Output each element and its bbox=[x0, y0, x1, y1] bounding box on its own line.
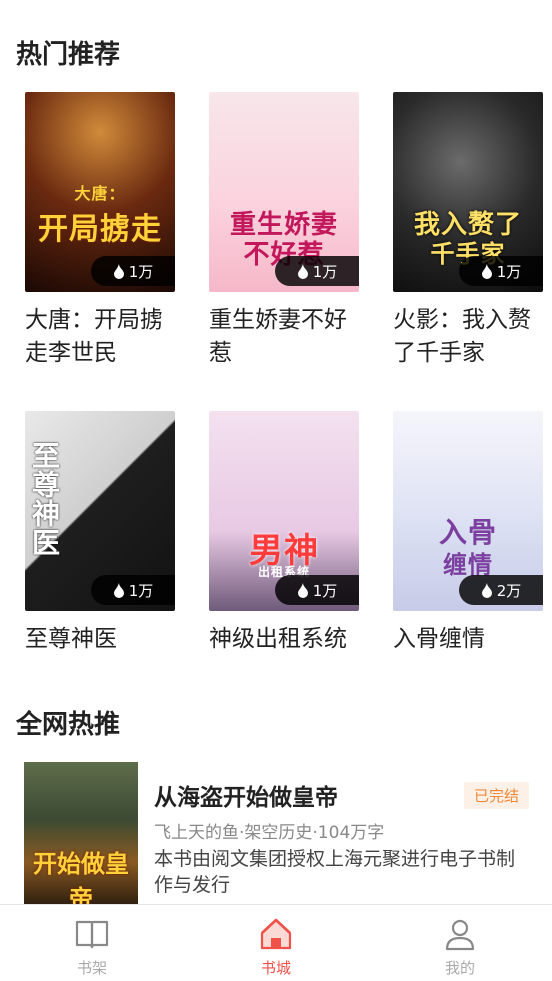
section-title-net: 全网热推 bbox=[16, 710, 121, 740]
user-icon bbox=[445, 919, 475, 951]
heat-count: 1万 bbox=[128, 581, 154, 600]
nav-item-profile[interactable]: 我的 bbox=[368, 905, 552, 981]
fire-icon bbox=[297, 263, 308, 279]
heat-badge: 1万 bbox=[459, 256, 543, 286]
heat-badge: 1万 bbox=[275, 575, 359, 605]
book-title[interactable]: 从海盗开始做皇帝 bbox=[154, 778, 338, 812]
fire-icon bbox=[481, 263, 492, 279]
heat-badge: 1万 bbox=[275, 256, 359, 286]
book-title[interactable]: 入骨缠情 bbox=[393, 623, 545, 656]
cover-subtitle: 大唐： bbox=[74, 184, 126, 203]
status-badge: 已完结 bbox=[463, 782, 529, 809]
book-icon bbox=[75, 920, 109, 949]
nav-label: 书城 bbox=[260, 959, 291, 977]
book-card[interactable]: 男神 出租系统 1万 神级出租系统 bbox=[209, 411, 359, 656]
book-cover[interactable]: 男神 出租系统 1万 bbox=[209, 411, 359, 611]
book-card[interactable]: 我入赘了 千手家 1万 火影：我入赘了千手家 bbox=[393, 92, 543, 370]
nav-item-bookstore[interactable]: 书城 bbox=[184, 905, 368, 981]
book-cover[interactable]: 开始做皇帝 bbox=[24, 762, 138, 905]
fire-icon bbox=[113, 582, 124, 598]
book-card[interactable]: 大唐： 开局掳走 1万 大唐：开局掳走李世民 bbox=[25, 92, 175, 370]
book-cover[interactable]: 重生娇妻 不好惹 1万 bbox=[209, 92, 359, 292]
book-cover[interactable]: 至尊神医 1万 bbox=[25, 411, 175, 611]
cover-title: 开局掳走 bbox=[38, 212, 162, 247]
heat-count: 2万 bbox=[496, 581, 522, 600]
book-card[interactable]: 重生娇妻 不好惹 1万 重生娇妻不好惹 bbox=[209, 92, 359, 370]
home-icon bbox=[260, 918, 292, 950]
book-cover[interactable]: 大唐： 开局掳走 1万 bbox=[25, 92, 175, 292]
heat-badge: 1万 bbox=[91, 575, 175, 605]
nav-item-bookshelf[interactable]: 书架 bbox=[0, 905, 184, 981]
book-meta: 飞上天的鱼·架空历史·104万字 bbox=[154, 823, 385, 843]
section-title-hot: 热门推荐 bbox=[16, 40, 121, 70]
heat-count: 1万 bbox=[312, 262, 338, 281]
bottom-nav: 书架 书城 我的 bbox=[0, 904, 552, 981]
fire-icon bbox=[297, 582, 308, 598]
fire-icon bbox=[113, 263, 124, 279]
book-cover[interactable]: 入骨 缠情 2万 bbox=[393, 411, 543, 611]
book-card[interactable]: 入骨 缠情 2万 入骨缠情 bbox=[393, 411, 543, 656]
heat-badge: 2万 bbox=[459, 575, 543, 605]
book-title[interactable]: 大唐：开局掳走李世民 bbox=[25, 304, 177, 370]
book-title[interactable]: 神级出租系统 bbox=[209, 623, 361, 656]
cover-title: 开始做皇帝 bbox=[33, 850, 129, 905]
cover-title: 至尊神医 bbox=[28, 441, 61, 557]
book-title[interactable]: 重生娇妻不好惹 bbox=[209, 304, 361, 370]
heat-count: 1万 bbox=[496, 262, 522, 281]
book-card[interactable]: 至尊神医 1万 至尊神医 bbox=[25, 411, 175, 656]
book-description: 本书由阅文集团授权上海元聚进行电子书制作与发行 bbox=[154, 848, 516, 896]
fire-icon bbox=[481, 582, 492, 598]
nav-label: 我的 bbox=[444, 959, 475, 977]
list-item[interactable]: 开始做皇帝 从海盗开始做皇帝 已完结 飞上天的鱼·架空历史·104万字 本书由阅… bbox=[0, 760, 552, 905]
book-title[interactable]: 至尊神医 bbox=[25, 623, 177, 656]
heat-badge: 1万 bbox=[91, 256, 175, 286]
nav-label: 书架 bbox=[76, 959, 107, 977]
heat-count: 1万 bbox=[312, 581, 338, 600]
book-cover[interactable]: 我入赘了 千手家 1万 bbox=[393, 92, 543, 292]
heat-count: 1万 bbox=[128, 262, 154, 281]
book-title[interactable]: 火影：我入赘了千手家 bbox=[393, 304, 545, 370]
